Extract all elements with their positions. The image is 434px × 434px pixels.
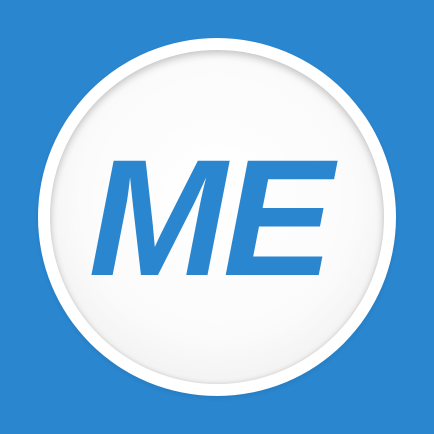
app-icon: ME <box>0 0 434 434</box>
logo-text: ME <box>88 126 334 311</box>
